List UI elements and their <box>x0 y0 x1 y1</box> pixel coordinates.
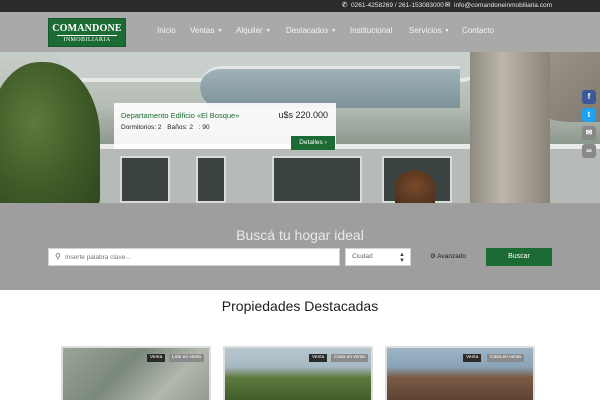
phone-contact[interactable]: ✆ 0261-4258269 / 261-153083000 <box>341 2 444 9</box>
phone-icon: ✆ <box>341 2 348 9</box>
bathrooms-count: Baños: 2 <box>167 124 193 131</box>
logo-rule <box>57 35 117 36</box>
nav-label: Alquiler <box>236 26 263 35</box>
nav-label: Institucional <box>350 26 393 35</box>
city-select[interactable]: Ciudad ▲ ▼ <box>345 248 411 266</box>
chevron-down-icon: ▼ <box>217 28 223 34</box>
nav-item-servicios[interactable]: Servicios ▼ <box>409 26 449 35</box>
keyword-input[interactable] <box>65 251 335 264</box>
search-section: Buscá tu hogar ideal ⚲ Ciudad ▲▼ ⚙ Avanz… <box>0 203 600 290</box>
email-contact[interactable]: ✉ info@comandoneinmobiliaria.com <box>444 2 552 9</box>
hero-photo-trunk <box>470 52 550 203</box>
logo-name: COMANDONE <box>52 23 122 34</box>
nav-item-institucional[interactable]: Institucional <box>350 26 392 35</box>
details-button[interactable]: Detalles › <box>291 136 335 150</box>
chevron-down-icon: ▼ <box>444 28 450 34</box>
search-heading: Buscá tu hogar ideal <box>236 227 364 243</box>
hero-photo-window <box>196 156 226 203</box>
featured-section: Propiedades Destacadas Venta Lote en ven… <box>0 290 600 400</box>
facebook-icon[interactable]: f <box>582 90 596 104</box>
advanced-label: Avanzado <box>437 253 467 260</box>
nav-label: Contacto <box>462 26 495 35</box>
nav-label: Servicios <box>409 26 442 35</box>
email-text: info@comandoneinmobiliaria.com <box>454 2 553 9</box>
type-badge: Casa en venta <box>487 354 524 362</box>
nav-label: Inicio <box>157 26 176 35</box>
top-bar: ✆ 0261-4258269 / 261-153083000 ✉ info@co… <box>0 0 600 12</box>
hero-photo-window <box>120 156 170 203</box>
share-rail: f t ✉ ∞ <box>582 90 598 162</box>
details-button-label: Detalles <box>299 139 323 146</box>
chevron-down-icon: ▼ <box>331 28 337 34</box>
site-header: COMANDONE INMOBILIARIA Inicio Ventas ▼ Al… <box>0 12 600 52</box>
property-price: u$s 220.000 <box>278 110 328 120</box>
advanced-search-toggle[interactable]: ⚙ Avanzado <box>430 252 466 260</box>
property-card[interactable]: Venta Casa en venta <box>385 346 535 400</box>
nav-label: Destacados <box>286 26 329 35</box>
hero-photo-shrub <box>395 170 435 203</box>
twitter-icon[interactable]: t <box>582 108 596 122</box>
hero-photo-window <box>272 156 362 203</box>
select-arrows-icon: ▲ ▼ <box>399 252 405 264</box>
keyword-search-box[interactable]: ⚲ <box>48 248 340 266</box>
email-share-icon[interactable]: ✉ <box>582 126 596 140</box>
nav-item-inicio[interactable]: Inicio <box>157 26 176 35</box>
property-title[interactable]: Departamento Edificio «El Bosque» <box>121 111 239 120</box>
search-button[interactable]: Buscar <box>486 248 552 266</box>
type-badge: Casa en venta <box>331 354 368 362</box>
nav-label: Ventas <box>190 26 215 35</box>
chevron-right-icon: › <box>324 139 327 146</box>
site-logo[interactable]: COMANDONE INMOBILIARIA <box>48 18 126 47</box>
nav-item-contacto[interactable]: Contacto <box>462 26 494 35</box>
status-badge: Venta <box>147 354 166 362</box>
hero-photo-tree <box>0 62 100 203</box>
property-card[interactable]: Venta Casa en venta <box>223 346 373 400</box>
search-icon: ⚲ <box>55 252 61 261</box>
gear-icon: ⚙ <box>430 253 436 260</box>
nav-item-ventas[interactable]: Ventas ▼ <box>190 26 222 35</box>
chevron-down-icon: ▼ <box>265 28 271 34</box>
property-card[interactable]: Venta Lote en venta <box>61 346 211 400</box>
bedrooms-count: Dormitorios: 2 <box>121 124 162 131</box>
hero-photo-balcony <box>200 66 460 108</box>
area-value: : 90 <box>198 124 210 131</box>
property-specs: Dormitorios: 2 Baños: 2 : 90 <box>121 124 214 131</box>
nav-item-alquiler[interactable]: Alquiler ▼ <box>236 26 271 35</box>
phone-text: 0261-4258269 / 261-153083000 <box>351 2 444 9</box>
copy-link-icon[interactable]: ∞ <box>582 144 596 158</box>
status-badge: Venta <box>463 354 482 362</box>
nav-item-destacados[interactable]: Destacados ▼ <box>286 26 336 35</box>
status-badge: Venta <box>309 354 328 362</box>
logo-subtitle: INMOBILIARIA <box>63 37 111 43</box>
envelope-icon: ✉ <box>444 2 451 9</box>
type-badge: Lote en venta <box>169 354 205 362</box>
city-select-value: Ciudad <box>352 253 373 260</box>
featured-heading: Propiedades Destacadas <box>221 298 379 314</box>
